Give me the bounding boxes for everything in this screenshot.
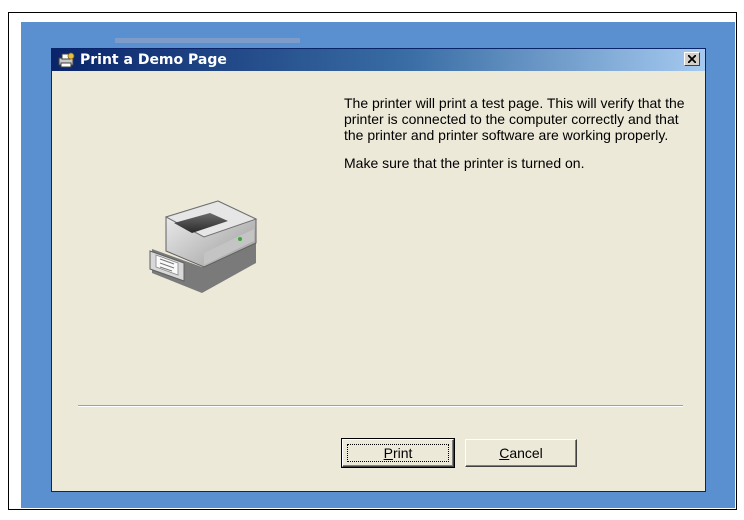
inkjet-printer-illustration bbox=[144, 197, 262, 297]
dialog-message: The printer will print a test page. This… bbox=[344, 95, 696, 183]
print-demo-page-dialog: Print a Demo Page The printer will print… bbox=[51, 48, 706, 492]
close-icon bbox=[688, 55, 696, 63]
dialog-title: Print a Demo Page bbox=[80, 52, 227, 68]
dialog-titlebar[interactable]: Print a Demo Page bbox=[52, 49, 705, 71]
separator-line bbox=[78, 405, 683, 407]
printer-wizard-icon bbox=[57, 51, 75, 69]
focus-rectangle bbox=[347, 444, 449, 462]
cancel-button[interactable]: Cancel bbox=[465, 439, 577, 467]
print-button[interactable]: Print bbox=[341, 438, 455, 468]
cancel-button-label: Cancel bbox=[499, 445, 543, 461]
message-paragraph: Make sure that the printer is turned on. bbox=[344, 155, 585, 171]
close-button[interactable] bbox=[684, 52, 700, 66]
background-window-edge bbox=[115, 38, 300, 43]
message-paragraph: The printer will print a test page. This… bbox=[344, 95, 685, 143]
